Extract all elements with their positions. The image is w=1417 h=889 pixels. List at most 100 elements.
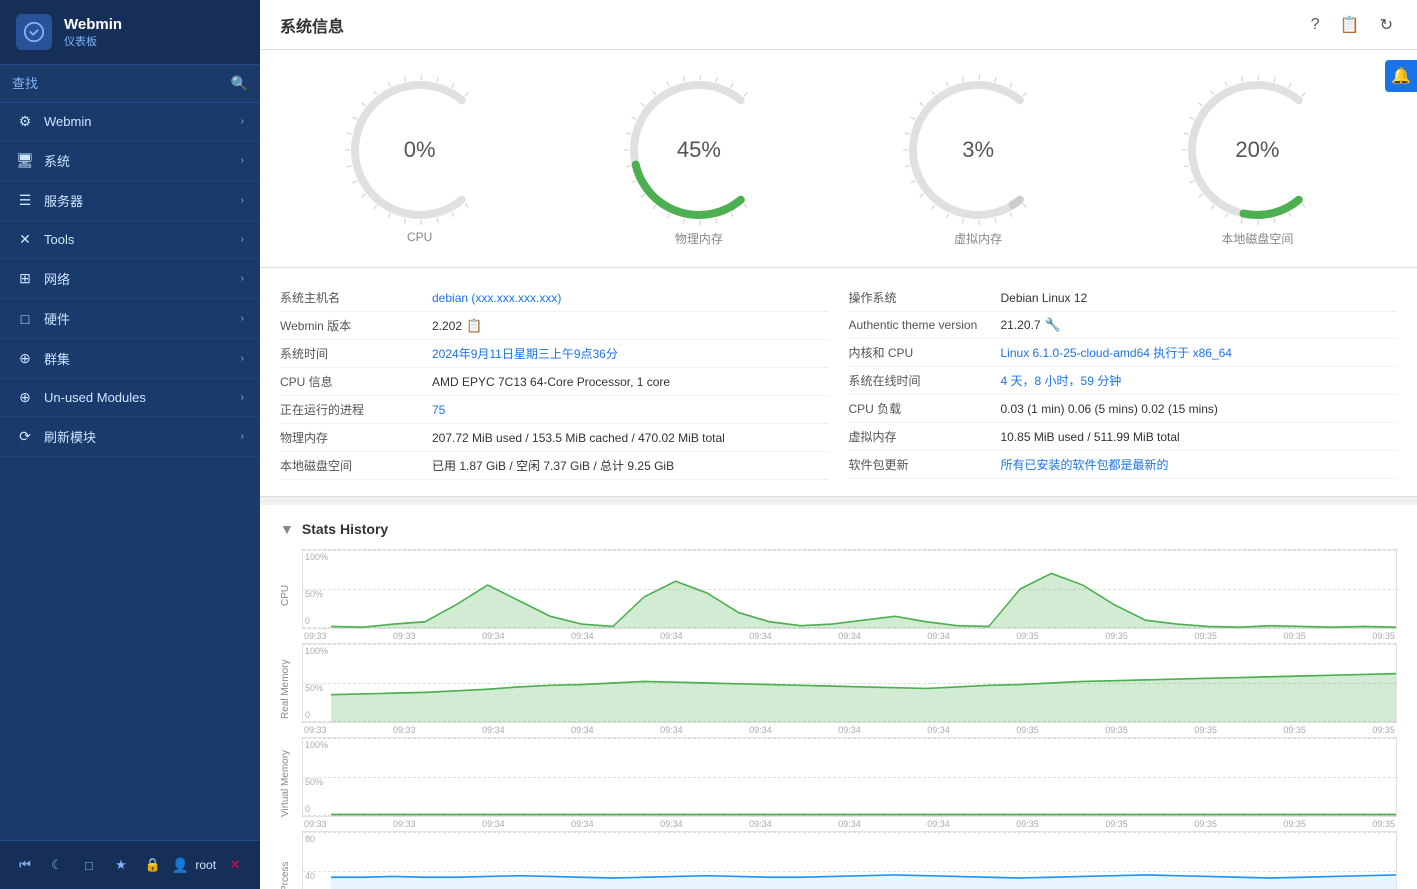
sidebar-item-system[interactable]: 🖥 系统 › <box>0 141 260 181</box>
info-val: 2.202📋 <box>432 318 829 334</box>
chart-svg <box>331 550 1396 628</box>
sidebar-item-webmin[interactable]: ⚙ Webmin › <box>0 103 260 141</box>
info-key: Authentic theme version <box>849 318 989 332</box>
chart-time-label: 09:33 <box>304 631 327 641</box>
chart-inner-0: 100% 50% 0 <box>302 549 1397 629</box>
nav-icon-hardware: □ <box>16 311 34 327</box>
nav-label-hardware: 硬件 <box>44 309 70 328</box>
sidebar-lock-icon[interactable]: 🔒 <box>140 851 166 879</box>
gauge-memory: 45% 物理内存 <box>619 70 779 247</box>
chart-area-2: 100% 50% 0 09:3309:3309:3409:3409:3409:3… <box>302 737 1397 829</box>
info-grid: 系统主机名debian (xxx.xxx.xxx.xxx)Webmin 版本2.… <box>280 284 1397 480</box>
nav-label-cluster: 群集 <box>44 349 70 368</box>
chart-labels-2: 09:3309:3309:3409:3409:3409:3409:3409:34… <box>302 819 1397 829</box>
sidebar-item-network[interactable]: ⊞ 网络 › <box>0 259 260 299</box>
main-content: 系统信息 ? 📋 ↻ 0% CPU 45% 物理内存 <box>260 0 1417 889</box>
chart-time-label: 09:33 <box>304 819 327 829</box>
chart-time-label: 09:35 <box>1372 819 1395 829</box>
info-row: 操作系统Debian Linux 12 <box>849 284 1398 312</box>
chart-time-label: 09:34 <box>838 819 861 829</box>
chart-time-label: 09:34 <box>482 725 505 735</box>
info-key: CPU 负载 <box>849 400 989 417</box>
dashboard-body: 0% CPU 45% 物理内存 3% 虚拟内存 20% 本地磁盘空间 <box>260 50 1417 889</box>
sidebar-night-icon[interactable]: ☾ <box>44 851 70 879</box>
chart-block-3: Prcess 80 40 0 09:3309:3309:3409:3409:34… <box>280 831 1397 889</box>
info-key: 本地磁盘空间 <box>280 457 420 474</box>
nav-icon-refresh: ⟳ <box>16 428 34 445</box>
chart-svg-wrapper <box>331 644 1396 722</box>
info-row: 虚拟内存10.85 MiB used / 511.99 MiB total <box>849 423 1398 451</box>
help-button[interactable]: ? <box>1307 12 1324 38</box>
chart-svg-wrapper <box>331 738 1396 816</box>
info-key: 软件包更新 <box>849 456 989 473</box>
chart-time-label: 09:35 <box>1105 819 1128 829</box>
chart-block-0: CPU 100% 50% 0 09:3309:3309:3409:3409:34… <box>280 549 1397 641</box>
chart-time-label: 09:34 <box>927 631 950 641</box>
info-key: 系统主机名 <box>280 289 420 306</box>
nav-label-webmin: Webmin <box>44 114 91 129</box>
chart-svg <box>331 644 1396 722</box>
nav-icon-cluster: ⊕ <box>16 350 34 367</box>
chart-time-label: 09:35 <box>1105 631 1128 641</box>
info-key: 虚拟内存 <box>849 428 989 445</box>
chart-time-label: 09:35 <box>1283 819 1306 829</box>
chart-svg-wrapper <box>331 832 1396 889</box>
info-row: CPU 负载 0.03 (1 min) 0.06 (5 mins) 0.02 (1… <box>849 395 1398 423</box>
info-row: Authentic theme version 21.20.7🔧 <box>849 312 1398 339</box>
chart-time-label: 09:33 <box>393 819 416 829</box>
search-bar: 🔍 <box>0 65 260 103</box>
sidebar-logout-icon[interactable]: ✕ <box>222 851 248 879</box>
info-val: 21.20.7🔧 <box>1001 317 1398 333</box>
sidebar-item-tools[interactable]: ✕ Tools › <box>0 221 260 259</box>
sidebar-screen-icon[interactable]: □ <box>76 851 102 879</box>
gauge-container-cpu: 0% <box>340 70 500 230</box>
clipboard-button[interactable]: 📋 <box>1336 11 1364 39</box>
info-val[interactable]: 4 天，8 小时，59 分钟 <box>1001 372 1398 389</box>
search-input[interactable] <box>12 76 231 91</box>
info-val[interactable]: debian (xxx.xxx.xxx.xxx) <box>432 291 829 305</box>
sidebar-item-server[interactable]: ☰ 服务器 › <box>0 181 260 221</box>
nav-icon-server: ☰ <box>16 192 34 209</box>
search-icon[interactable]: 🔍 <box>231 75 248 92</box>
sidebar-star-icon[interactable]: ★ <box>108 851 134 879</box>
chart-ylabel-0: CPU <box>280 549 298 641</box>
chart-inner-1: 100% 50% 0 <box>302 643 1397 723</box>
gauges-section: 0% CPU 45% 物理内存 3% 虚拟内存 20% 本地磁盘空间 <box>260 50 1417 268</box>
chart-time-label: 09:34 <box>571 631 594 641</box>
refresh-button[interactable]: ↻ <box>1376 11 1397 39</box>
info-val[interactable]: 75 <box>432 403 829 417</box>
chart-inner-3: 80 40 0 <box>302 831 1397 889</box>
info-val[interactable]: 所有已安装的软件包都是最新的 <box>1001 456 1398 473</box>
gauge-container-virtual: 3% <box>898 70 1058 230</box>
gauge-name-cpu: CPU <box>407 230 432 244</box>
chart-ymin-0: 0 <box>305 616 310 626</box>
info-val: 0.03 (1 min) 0.06 (5 mins) 0.02 (15 mins… <box>1001 402 1398 416</box>
stats-toggle[interactable]: ▼ <box>280 521 294 537</box>
sidebar-item-cluster[interactable]: ⊕ 群集 › <box>0 339 260 379</box>
dashboard-label: 仪表板 <box>64 33 122 49</box>
notification-bell[interactable]: 🔔 <box>1385 60 1417 92</box>
info-extra-icon[interactable]: 📋 <box>466 318 482 333</box>
sidebar-item-refresh[interactable]: ⟳ 刷新模块 › <box>0 417 260 457</box>
chart-time-label: 09:35 <box>1194 631 1217 641</box>
chart-time-label: 09:34 <box>660 631 683 641</box>
chart-time-label: 09:35 <box>1016 819 1039 829</box>
chart-ymin-2: 0 <box>305 804 310 814</box>
info-val[interactable]: Linux 6.1.0-25-cloud-amd64 执行于 x86_64 <box>1001 344 1398 361</box>
sidebar-item-hardware[interactable]: □ 硬件 › <box>0 299 260 339</box>
info-val[interactable]: 2024年9月11日星期三上午9点36分 <box>432 345 829 362</box>
chart-ylabel-3: Prcess <box>280 831 298 889</box>
chart-time-label: 09:34 <box>660 725 683 735</box>
info-extra-icon[interactable]: 🔧 <box>1045 317 1061 332</box>
sidebar-user[interactable]: 👤 root <box>172 857 216 874</box>
sidebar-first-icon[interactable]: ⏮ <box>12 851 38 879</box>
gauge-value-virtual: 3% <box>962 137 994 163</box>
chart-time-label: 09:35 <box>1372 631 1395 641</box>
gauge-container-disk: 20% <box>1177 70 1337 230</box>
sidebar-item-unused[interactable]: ⊕ Un-used Modules › <box>0 379 260 417</box>
nav-icon-webmin: ⚙ <box>16 113 34 130</box>
nav-arrow-cluster: › <box>241 353 244 364</box>
chart-time-label: 09:34 <box>482 819 505 829</box>
chart-time-label: 09:34 <box>749 819 772 829</box>
nav-icon-tools: ✕ <box>16 231 34 248</box>
